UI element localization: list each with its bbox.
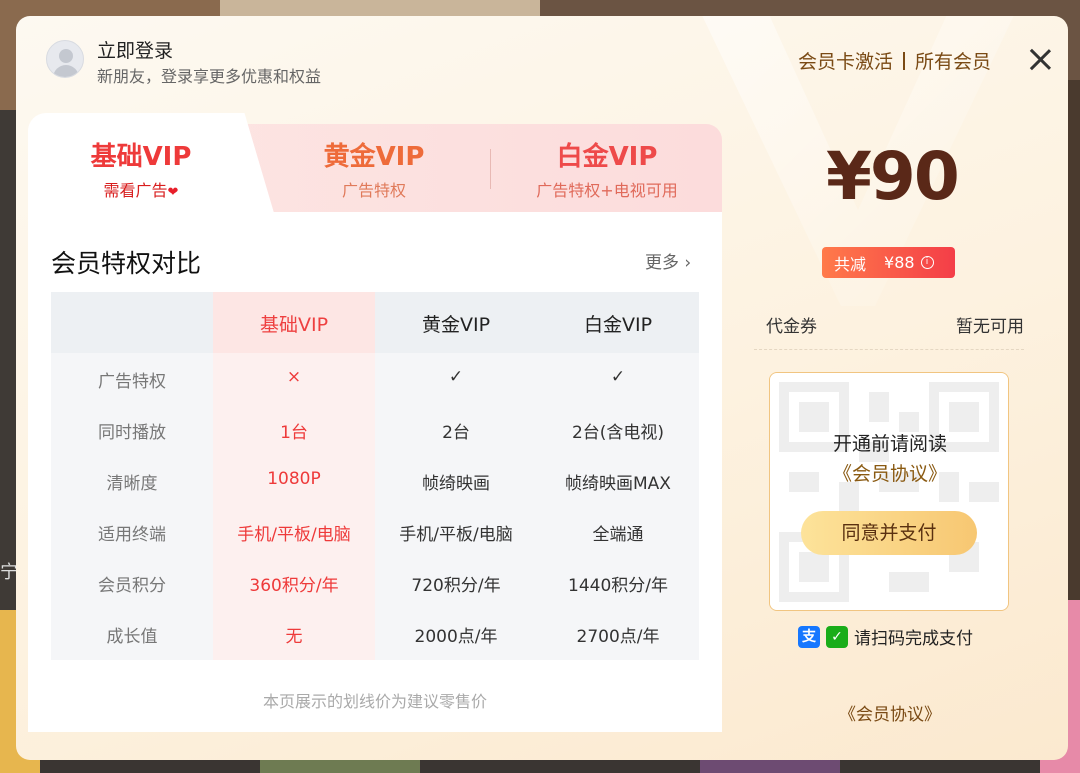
cell-basic: 手机/平板/电脑 xyxy=(237,525,351,545)
coupon-value: 暂无可用 xyxy=(956,317,1024,337)
coupon-row[interactable]: 代金券 暂无可用 xyxy=(754,312,1024,350)
member-agreement-link[interactable]: 《会员协议》 xyxy=(770,459,1008,486)
comparison-title: 会员特权对比 xyxy=(51,249,202,278)
table-row: 清晰度 1080P 帧绮映画 帧绮映画MAX xyxy=(51,455,699,506)
cell-basic: 360积分/年 xyxy=(249,576,339,596)
cell-basic: 1080P xyxy=(267,469,321,489)
tab-title: 基础VIP xyxy=(90,142,192,172)
login-subtitle: 新朋友，登录享更多优惠和权益 xyxy=(97,67,322,86)
row-label: 成长值 xyxy=(106,627,158,647)
scan-text: 请扫码完成支付 xyxy=(854,629,973,649)
tab-subtitle: 需看广告 xyxy=(103,181,168,200)
bottom-agreement-link[interactable]: 《会员协议》 xyxy=(839,700,941,725)
cell-gold: ✓ xyxy=(448,367,464,387)
avatar[interactable] xyxy=(46,40,84,78)
cell-basic: 1台 xyxy=(280,423,308,443)
tab-basic-vip[interactable]: 基础VIP 需看广告❤ xyxy=(28,136,254,201)
cell-gold: 手机/平板/电脑 xyxy=(399,525,513,545)
login-title[interactable]: 立即登录 xyxy=(97,36,173,63)
discount-label: 共减 xyxy=(834,254,867,274)
column-header: 基础VIP xyxy=(259,314,329,336)
agree-and-pay-button[interactable]: 同意并支付 xyxy=(801,511,977,555)
tab-platinum-vip[interactable]: 白金VIP 广告特权+电视可用 xyxy=(502,136,712,201)
column-header: 黄金VIP xyxy=(421,314,491,336)
row-label: 会员积分 xyxy=(98,576,166,596)
table-row: 成长值 无 2000点/年 2700点/年 xyxy=(51,608,699,659)
cell-gold: 720积分/年 xyxy=(411,576,501,596)
qr-notice: 开通前请阅读 xyxy=(832,433,947,455)
price: ¥90 xyxy=(826,138,960,215)
table-row: 同时播放 1台 2台 2台(含电视) xyxy=(51,404,699,455)
column-header: 白金VIP xyxy=(583,314,653,336)
tab-gold-vip[interactable]: 黄金VIP 广告特权 xyxy=(274,136,474,201)
cell-gold: 2000点/年 xyxy=(414,627,498,647)
discount-badge[interactable]: 共减 ¥88 i xyxy=(822,247,955,278)
scan-pay-row: 支 ✓ 请扫码完成支付 xyxy=(798,624,973,649)
comparison-table: 基础VIP 黄金VIP 白金VIP 广告特权 × ✓ ✓ 同时播放 1台 2台 … xyxy=(51,292,699,660)
tab-divider xyxy=(490,149,491,189)
more-link[interactable]: 更多 › xyxy=(645,248,691,273)
tab-title: 白金VIP xyxy=(556,142,658,172)
vip-purchase-modal: 立即登录 新朋友，登录享更多优惠和权益 会员卡激活 所有会员 基础VIP 需看广… xyxy=(16,16,1068,760)
divider xyxy=(903,51,906,70)
cell-basic: 无 xyxy=(285,627,303,647)
cell-platinum: 帧绮映画MAX xyxy=(565,474,671,494)
qr-code-box: 开通前请阅读 《会员协议》 同意并支付 xyxy=(769,372,1009,611)
discount-amount: ¥88 xyxy=(884,253,915,272)
cell-platinum: 全端通 xyxy=(592,525,644,545)
table-row: 广告特权 × ✓ ✓ xyxy=(51,353,699,404)
tab-subtitle: 广告特权 xyxy=(341,181,406,200)
coupon-label: 代金券 xyxy=(766,317,817,337)
cell-platinum: ✓ xyxy=(610,367,626,387)
cell-platinum: 2台(含电视) xyxy=(571,423,665,443)
close-icon[interactable] xyxy=(1026,45,1054,73)
comparison-panel: 会员特权对比 更多 › 基础VIP 黄金VIP 白金VIP 广告特权 × ✓ ✓… xyxy=(28,212,722,732)
all-members-link[interactable]: 所有会员 xyxy=(915,47,991,74)
cell-gold: 2台 xyxy=(442,423,470,443)
row-label: 适用终端 xyxy=(98,525,166,545)
wechat-pay-icon: ✓ xyxy=(826,625,848,648)
cell-platinum: 2700点/年 xyxy=(576,627,660,647)
cell-basic: × xyxy=(286,367,302,387)
cell-gold: 帧绮映画 xyxy=(422,474,490,494)
chevron-right-icon: › xyxy=(679,253,692,273)
row-label: 广告特权 xyxy=(98,372,166,392)
info-icon: i xyxy=(920,256,934,269)
card-activate-link[interactable]: 会员卡激活 xyxy=(798,47,893,74)
row-label: 清晰度 xyxy=(106,474,158,494)
tab-title: 黄金VIP xyxy=(323,142,425,172)
table-row: 适用终端 手机/平板/电脑 手机/平板/电脑 全端通 xyxy=(51,506,699,557)
cell-platinum: 1440积分/年 xyxy=(568,576,668,596)
heart-icon: ❤ xyxy=(167,185,179,200)
top-links: 会员卡激活 所有会员 xyxy=(798,47,991,74)
tab-subtitle: 广告特权+电视可用 xyxy=(536,181,678,200)
alipay-icon: 支 xyxy=(798,625,820,648)
row-label: 同时播放 xyxy=(98,423,166,443)
price-note: 本页展示的划线价为建议零售价 xyxy=(262,692,487,711)
table-row: 会员积分 360积分/年 720积分/年 1440积分/年 xyxy=(51,557,699,608)
more-label: 更多 xyxy=(645,253,679,273)
